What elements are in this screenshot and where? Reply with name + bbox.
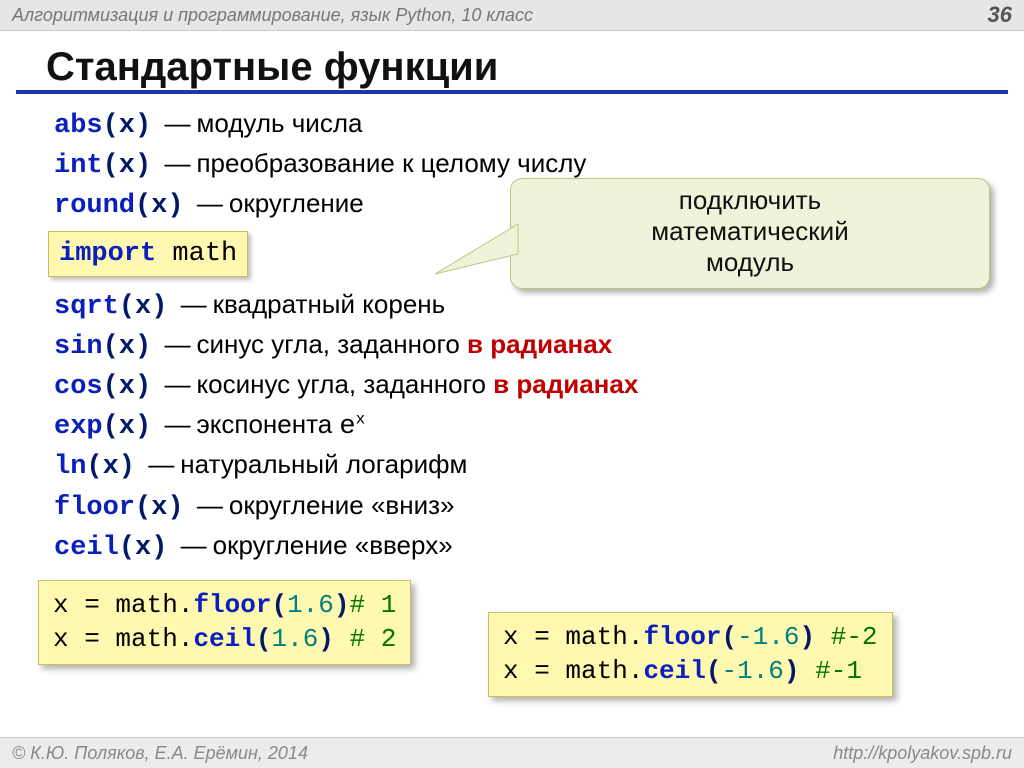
- func-sin: sin(x) —синус угла, заданного в радианах: [54, 327, 976, 365]
- func-ceil: ceil(x) —округление «вверх»: [54, 528, 976, 566]
- page-title: Стандартные функции: [16, 31, 1008, 94]
- callout-tail-icon: [433, 219, 523, 279]
- content: abs(x) —модуль числа int(x) —преобразова…: [0, 106, 1024, 566]
- func-ln: ln(x) —натуральный логарифм: [54, 447, 976, 485]
- func-abs: abs(x) —модуль числа: [54, 106, 976, 144]
- footer-copyright: © К.Ю. Поляков, Е.А. Ерёмин, 2014: [12, 743, 308, 764]
- course-label: Алгоритмизация и программирование, язык …: [12, 5, 533, 26]
- slide: Алгоритмизация и программирование, язык …: [0, 0, 1024, 768]
- example-left: x = math.floor(1.6)# 1 x = math.ceil(1.6…: [38, 580, 411, 666]
- callout-line1: подключить: [525, 185, 975, 216]
- callout-line3: модуль: [525, 247, 975, 278]
- callout-line2: математический: [525, 216, 975, 247]
- example-right: x = math.floor(-1.6) #-2 x = math.ceil(-…: [488, 612, 893, 698]
- footer-bar: © К.Ю. Поляков, Е.А. Ерёмин, 2014 http:/…: [0, 737, 1024, 768]
- func-exp: exp(x) —экспонента ex: [54, 407, 976, 445]
- footer-url: http://kpolyakov.spb.ru: [833, 743, 1012, 764]
- func-sqrt: sqrt(x) —квадратный корень: [54, 287, 976, 325]
- callout: подключить математический модуль: [510, 178, 990, 289]
- header-bar: Алгоритмизация и программирование, язык …: [0, 0, 1024, 31]
- page-number: 36: [988, 2, 1012, 28]
- func-floor: floor(x) —округление «вниз»: [54, 488, 976, 526]
- func-cos: cos(x) —косинус угла, заданного в радиан…: [54, 367, 976, 405]
